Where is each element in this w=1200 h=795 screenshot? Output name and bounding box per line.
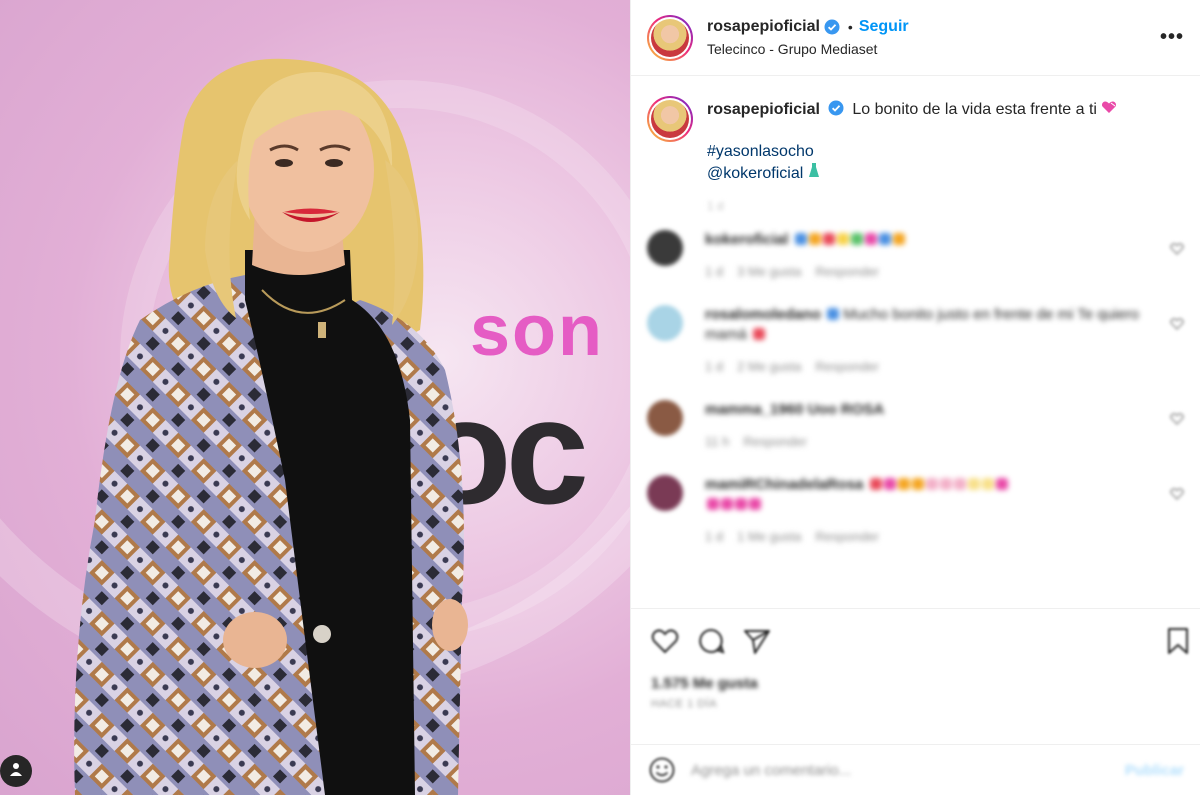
- avatar-image: [651, 18, 689, 57]
- caption-mention[interactable]: @kokeroficial: [707, 165, 803, 182]
- post-location[interactable]: Telecinco - Grupo Mediaset: [707, 41, 909, 57]
- caption-hashtag[interactable]: #yasonlasocho: [707, 142, 1117, 162]
- author-username[interactable]: rosapepioficial: [707, 18, 820, 36]
- comment-avatar[interactable]: [647, 305, 683, 341]
- comment-username[interactable]: kokeroficial: [705, 231, 788, 248]
- comment-button[interactable]: [697, 627, 725, 655]
- comment-username[interactable]: rosalomoledano: [705, 306, 821, 323]
- caption-timestamp: 1 d: [707, 199, 724, 213]
- post-photo[interactable]: son oc: [0, 0, 630, 795]
- comment-item: mamiRChinadelaRosa 1 d 1 Me gusta Responde…: [647, 475, 1184, 544]
- caption-text: Lo bonito de la vida esta frente a ti: [852, 101, 1097, 118]
- comment-avatar[interactable]: [647, 400, 683, 436]
- person-illustration: [74, 58, 468, 795]
- emoji-icon[interactable]: [649, 757, 675, 783]
- comment-username[interactable]: mamma_1960 Uoo ROSA: [705, 401, 884, 418]
- comment-time: 1 d: [705, 529, 724, 544]
- heart-icon[interactable]: [1170, 317, 1184, 331]
- comment-username[interactable]: mamiRChinadelaRosa: [705, 476, 863, 493]
- heart-icon[interactable]: [1170, 412, 1184, 426]
- verified-icon: [824, 19, 840, 35]
- heart-icon[interactable]: [1170, 242, 1184, 256]
- comment-avatar[interactable]: [647, 230, 683, 266]
- post-date: HACE 1 DÍA: [651, 698, 718, 710]
- comment-likes[interactable]: 2 Me gusta: [737, 359, 801, 374]
- reply-button[interactable]: Responder: [815, 529, 879, 544]
- verified-icon: [828, 100, 844, 116]
- comment-time: 1 d: [705, 359, 724, 374]
- post-actions: 1.575 Me gusta HACE 1 DÍA: [631, 608, 1200, 710]
- post-header: rosapepioficial • Seguir Telecinco - Gru…: [631, 0, 1200, 76]
- comment-item: rosalomoledano Mucho bonito justo en fre…: [647, 305, 1184, 374]
- heart-icon: [651, 629, 679, 654]
- comment-item: mamma_1960 Uoo ROSA 11 h Responder: [647, 400, 1184, 449]
- follow-button[interactable]: Seguir: [859, 18, 909, 36]
- more-icon: •••: [1159, 26, 1184, 48]
- comment-input[interactable]: [691, 761, 1125, 779]
- gem-heart-emoji: [1101, 101, 1117, 118]
- comment-likes[interactable]: 1 Me gusta: [737, 529, 801, 544]
- like-button[interactable]: [651, 628, 679, 654]
- post-caption: rosapepioficial Lo bonito de la vida est…: [631, 76, 1200, 216]
- comment-item: kokeroficial 1 d 3 Me gusta Responder: [647, 230, 1184, 279]
- reply-button[interactable]: Responder: [743, 434, 807, 449]
- bookmark-icon: [1168, 628, 1188, 654]
- more-options-button[interactable]: •••: [1160, 26, 1184, 49]
- caption-author-avatar[interactable]: [647, 96, 693, 142]
- share-icon: [744, 630, 770, 654]
- comment-icon: [699, 628, 725, 654]
- comment-time: 11 h: [705, 434, 730, 449]
- comment-likes[interactable]: 3 Me gusta: [737, 264, 801, 279]
- tag-user-button[interactable]: [0, 755, 32, 787]
- avatar-image: [651, 100, 689, 138]
- separator-dot: •: [847, 19, 853, 35]
- heart-icon[interactable]: [1170, 487, 1184, 501]
- add-comment-bar: Publicar: [631, 744, 1200, 795]
- dress-emoji: [808, 163, 820, 182]
- publish-button[interactable]: Publicar: [1125, 762, 1184, 779]
- save-button[interactable]: [1166, 627, 1190, 660]
- share-button[interactable]: [743, 628, 771, 654]
- caption-username[interactable]: rosapepioficial: [707, 101, 820, 118]
- post-detail-panel: rosapepioficial • Seguir Telecinco - Gru…: [630, 0, 1200, 795]
- reply-button[interactable]: Responder: [815, 264, 879, 279]
- reply-button[interactable]: Responder: [815, 359, 879, 374]
- comments-list: kokeroficial 1 d 3 Me gusta Responder rosa…: [631, 216, 1200, 544]
- comment-time: 1 d: [705, 264, 724, 279]
- comment-avatar[interactable]: [647, 475, 683, 511]
- likes-count[interactable]: 1.575 Me gusta: [651, 675, 1184, 692]
- user-tag-icon: [8, 761, 24, 782]
- author-avatar[interactable]: [647, 14, 693, 61]
